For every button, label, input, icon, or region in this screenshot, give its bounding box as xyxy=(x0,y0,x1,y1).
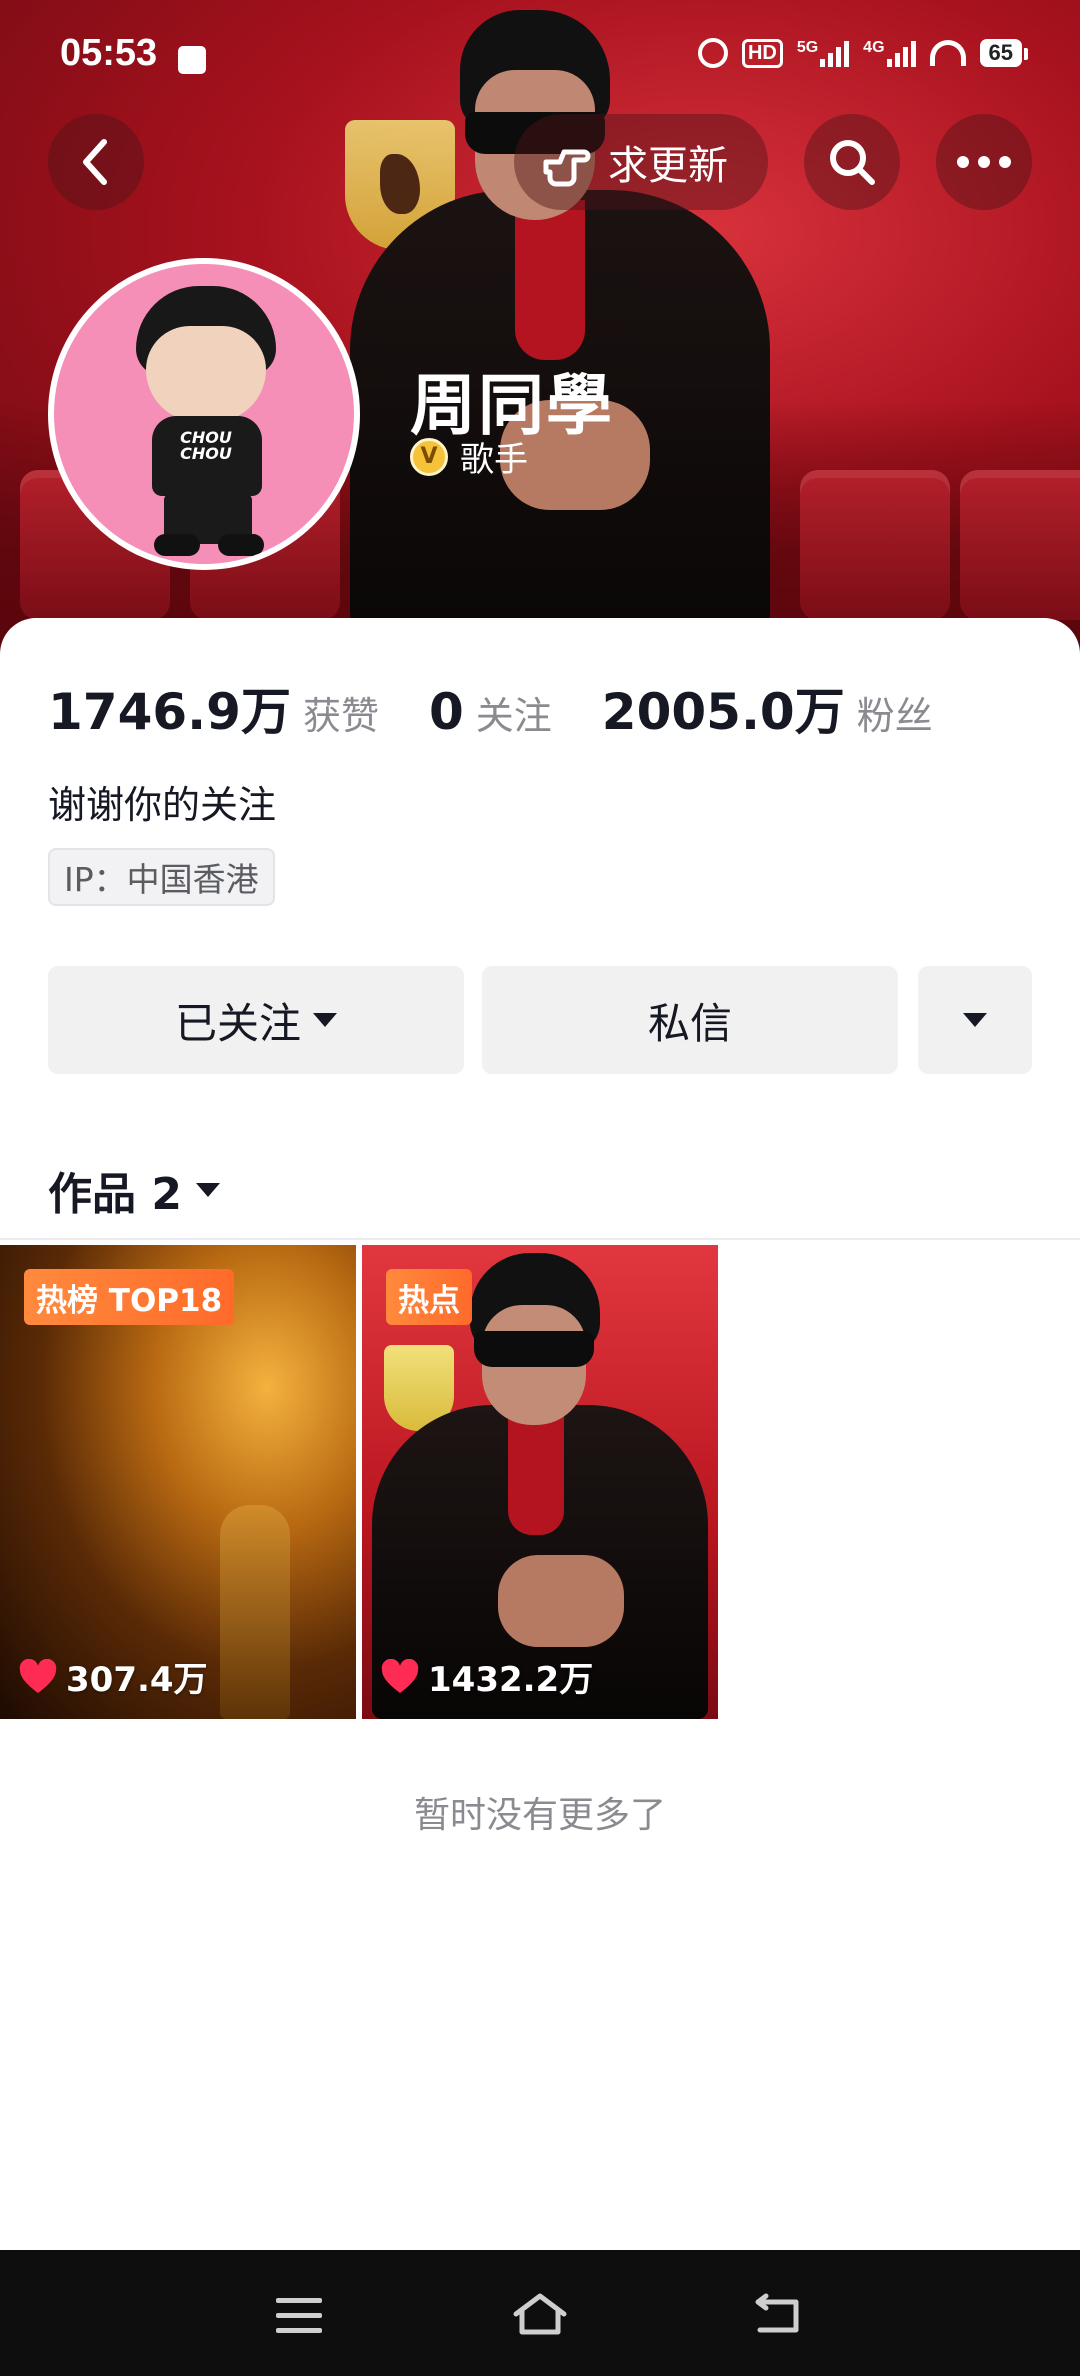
video-thumbnail[interactable]: 热点 1432.2万 xyxy=(362,1245,718,1719)
message-label: 私信 xyxy=(647,998,732,1048)
hot-topic-tag: 热点 xyxy=(386,1269,472,1325)
avatar[interactable]: CHOU CHOU xyxy=(48,258,360,570)
alarm-icon xyxy=(697,38,728,68)
system-nav-bar xyxy=(0,2250,1080,2376)
stats-row: 1746.9万 获赞 0 关注 2005.0万 粉丝 xyxy=(48,672,983,744)
back-icon xyxy=(83,139,107,185)
caret-down-icon xyxy=(313,1013,337,1027)
caret-down-icon xyxy=(195,1183,220,1197)
back-button[interactable] xyxy=(48,114,144,210)
recording-icon xyxy=(178,46,206,74)
recommend-dropdown-button[interactable] xyxy=(918,966,1032,1074)
followed-label: 已关注 xyxy=(174,998,301,1048)
signal-4g-icon: 4G xyxy=(863,39,916,67)
likes-label: 获赞 xyxy=(302,694,379,738)
profile-bio: 谢谢你的关注 xyxy=(48,783,277,827)
video-likes-count: 1432.2万 xyxy=(428,1660,594,1700)
hot-rank-tag: 热榜 TOP18 xyxy=(24,1269,235,1325)
search-button[interactable] xyxy=(804,114,900,210)
heart-icon xyxy=(19,1658,57,1693)
request-update-label: 求更新 xyxy=(608,143,728,189)
followers-label[interactable]: 粉丝 xyxy=(857,685,933,740)
menu-icon[interactable] xyxy=(276,2298,322,2343)
signal-5g-icon: 5G xyxy=(797,39,850,67)
status-time: 05:53 xyxy=(60,32,158,74)
profile-card: 1746.9万 获赞 0 关注 2005.0万 粉丝 谢谢你的关注 IP：中国香… xyxy=(0,618,1080,2250)
heart-icon xyxy=(381,1658,419,1693)
home-icon[interactable] xyxy=(510,2290,570,2338)
video-likes: 307.4万 xyxy=(18,1652,208,1701)
battery-icon: 65 xyxy=(979,39,1029,67)
verification-row: V 歌手 xyxy=(410,432,528,481)
likes-count: 1746.9万 xyxy=(48,683,291,741)
more-button[interactable] xyxy=(936,114,1032,210)
pointing-hand-icon xyxy=(543,149,591,187)
avatar-shirt-text: CHOU CHOU xyxy=(180,428,232,463)
following-count[interactable]: 0 xyxy=(429,683,464,741)
ip-location-tag: IP：中国香港 xyxy=(48,848,275,906)
video-likes-count: 307.4万 xyxy=(66,1660,208,1700)
divider xyxy=(0,1238,1080,1240)
profile-role: 歌手 xyxy=(460,440,528,480)
verified-badge-icon: V xyxy=(410,437,448,476)
video-likes: 1432.2万 xyxy=(380,1652,593,1701)
following-label[interactable]: 关注 xyxy=(476,685,552,740)
more-icon xyxy=(957,156,1011,168)
hd-icon: HD xyxy=(741,38,783,68)
message-button[interactable]: 私信 xyxy=(482,966,898,1074)
caret-down-icon xyxy=(963,1013,987,1027)
search-icon xyxy=(830,140,875,185)
video-thumbnail[interactable]: 热榜 TOP18 307.4万 xyxy=(0,1245,356,1719)
followers-count[interactable]: 2005.0万 xyxy=(602,672,845,744)
works-header: 作品 2 xyxy=(48,1169,182,1220)
status-bar: 05:53 HD 5G 4G 65 xyxy=(0,0,1080,110)
back-nav-icon[interactable] xyxy=(752,2292,804,2336)
end-of-list-text: 暂时没有更多了 xyxy=(413,1795,666,1836)
works-tab[interactable]: 作品 2 xyxy=(48,1158,220,1222)
performer-figure xyxy=(220,1505,290,1719)
request-update-button[interactable]: 求更新 xyxy=(514,114,768,210)
followed-button[interactable]: 已关注 xyxy=(48,966,464,1074)
wifi-icon xyxy=(929,40,966,66)
